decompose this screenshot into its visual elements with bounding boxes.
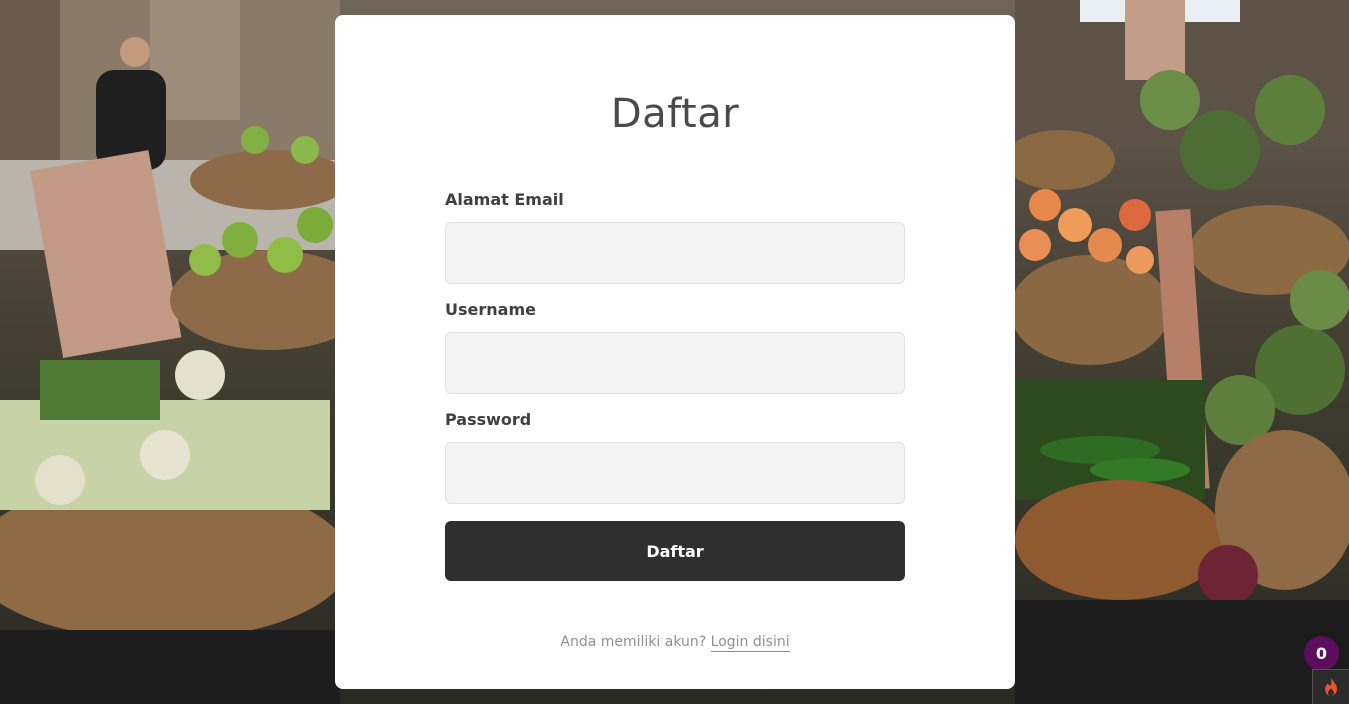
- password-field[interactable]: [445, 442, 905, 504]
- username-field[interactable]: [445, 332, 905, 394]
- page-title: Daftar: [610, 91, 740, 137]
- submit-button[interactable]: Daftar: [445, 521, 905, 581]
- flame-icon: [1325, 678, 1337, 696]
- flame-button[interactable]: [1312, 669, 1349, 704]
- login-link[interactable]: Login disini: [710, 634, 790, 652]
- email-field[interactable]: [445, 222, 905, 284]
- login-prompt-text: Anda memiliki akun?: [560, 634, 707, 650]
- notification-badge[interactable]: 0: [1304, 636, 1339, 671]
- signup-form: Alamat Email Username Password Daftar: [445, 190, 905, 581]
- signup-card: Daftar Alamat Email Username Password Da…: [335, 15, 1015, 689]
- password-label: Password: [445, 410, 532, 429]
- username-label: Username: [445, 300, 536, 319]
- login-prompt: Anda memiliki akun? Login disini: [335, 634, 1015, 652]
- email-label: Alamat Email: [445, 190, 564, 209]
